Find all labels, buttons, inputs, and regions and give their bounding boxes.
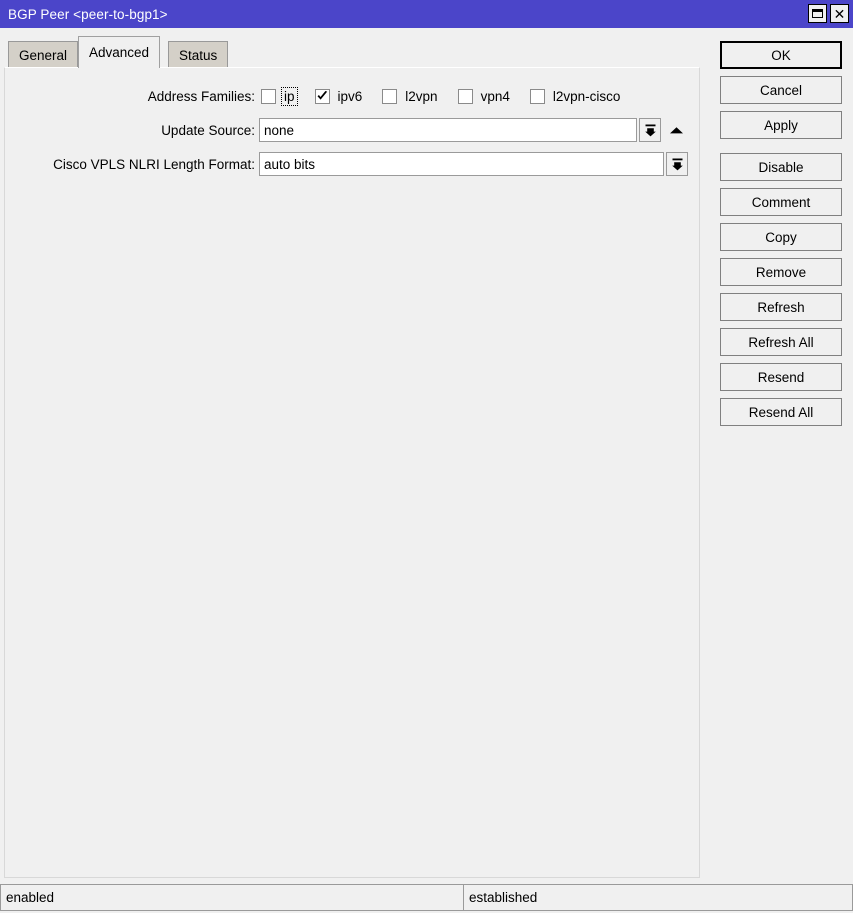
status-established: established: [464, 884, 853, 911]
maximize-icon: [812, 9, 823, 18]
update-source-dropdown-button[interactable]: [639, 118, 661, 142]
checkbox-vpn4-label: vpn4: [480, 88, 510, 104]
checkbox-ipv6-box[interactable]: [314, 88, 330, 104]
checkbox-l2vpn-label: l2vpn: [405, 88, 438, 104]
checkbox-ip[interactable]: ip: [261, 86, 298, 106]
checkbox-vpn4-box[interactable]: [457, 88, 473, 104]
tab-status[interactable]: Status: [168, 41, 229, 68]
resend-all-button-label: Resend All: [748, 404, 814, 420]
comment-button[interactable]: Comment: [720, 188, 842, 216]
cancel-button[interactable]: Cancel: [720, 76, 842, 104]
close-button[interactable]: ✕: [830, 4, 849, 23]
checkbox-ip-label: ip: [281, 86, 298, 106]
address-families-row: Address Families: ip ipv6 l2vpn vpn4 l2v…: [5, 84, 699, 108]
checkbox-ipv6-label: ipv6: [337, 88, 363, 104]
action-button-column: OK Cancel Apply Disable Comment Copy Rem…: [720, 41, 842, 433]
address-families-label: Address Families:: [147, 88, 255, 104]
status-bar: enabled established: [0, 884, 853, 913]
checkbox-l2vpn-cisco-label: l2vpn-cisco: [552, 88, 621, 104]
tab-advanced[interactable]: Advanced: [78, 36, 161, 68]
remove-button[interactable]: Remove: [720, 258, 842, 286]
maximize-button[interactable]: [808, 4, 827, 23]
resend-button[interactable]: Resend: [720, 363, 842, 391]
tab-advanced-label: Advanced: [89, 45, 150, 60]
apply-button-label: Apply: [764, 117, 798, 133]
update-source-input[interactable]: none: [259, 118, 637, 142]
refresh-all-button-label: Refresh All: [748, 334, 814, 350]
dropdown-arrow-icon: [671, 158, 683, 170]
copy-button[interactable]: Copy: [720, 223, 842, 251]
bgp-peer-dialog: BGP Peer <peer-to-bgp1> ✕ General Advanc…: [0, 0, 853, 913]
status-enabled: enabled: [0, 884, 464, 911]
address-families-checkbox-group: ip ipv6 l2vpn vpn4 l2vpn-cisco: [261, 86, 640, 106]
window-controls: ✕: [808, 4, 849, 23]
tab-strip: General Advanced Status: [0, 28, 712, 68]
update-source-row: Update Source: none: [5, 118, 699, 142]
remove-button-label: Remove: [755, 264, 807, 280]
title-bar: BGP Peer <peer-to-bgp1> ✕: [0, 0, 853, 28]
copy-button-label: Copy: [765, 229, 797, 245]
update-source-label: Update Source:: [161, 122, 255, 138]
dropdown-arrow-icon: [644, 124, 656, 136]
resend-button-label: Resend: [757, 369, 805, 385]
refresh-button[interactable]: Refresh: [720, 293, 842, 321]
checkbox-l2vpn-cisco-box[interactable]: [529, 88, 545, 104]
apply-button[interactable]: Apply: [720, 111, 842, 139]
checkbox-l2vpn-box[interactable]: [382, 88, 398, 104]
checkbox-vpn4[interactable]: vpn4: [457, 88, 512, 105]
ok-button-label: OK: [771, 47, 791, 63]
cancel-button-label: Cancel: [759, 82, 803, 98]
checkbox-ip-box[interactable]: [261, 88, 276, 104]
tab-general[interactable]: General: [8, 41, 79, 68]
checkmark-icon: [317, 90, 327, 100]
cisco-vpls-nlri-dropdown-button[interactable]: [666, 152, 688, 176]
checkbox-l2vpn-cisco[interactable]: l2vpn-cisco: [529, 88, 623, 105]
cisco-vpls-nlri-label: Cisco VPLS NLRI Length Format:: [53, 156, 255, 172]
checkbox-ipv6[interactable]: ipv6: [314, 88, 365, 105]
triangle-up-icon: [669, 127, 683, 134]
tab-status-label: Status: [179, 47, 218, 63]
cisco-vpls-nlri-input[interactable]: auto bits: [259, 152, 664, 176]
tab-general-label: General: [19, 47, 68, 63]
comment-button-label: Comment: [751, 194, 811, 210]
cisco-vpls-nlri-row: Cisco VPLS NLRI Length Format: auto bits: [5, 152, 699, 176]
disable-button[interactable]: Disable: [720, 153, 842, 181]
checkbox-l2vpn[interactable]: l2vpn: [382, 88, 439, 105]
refresh-button-label: Refresh: [757, 299, 805, 315]
close-icon: ✕: [833, 5, 846, 22]
window-title: BGP Peer <peer-to-bgp1>: [8, 6, 168, 22]
resend-all-button[interactable]: Resend All: [720, 398, 842, 426]
advanced-tab-panel: Address Families: ip ipv6 l2vpn vpn4 l2v…: [4, 67, 700, 878]
ok-button[interactable]: OK: [720, 41, 842, 69]
refresh-all-button[interactable]: Refresh All: [720, 328, 842, 356]
disable-button-label: Disable: [758, 159, 804, 175]
update-source-expand-button[interactable]: [667, 118, 685, 142]
